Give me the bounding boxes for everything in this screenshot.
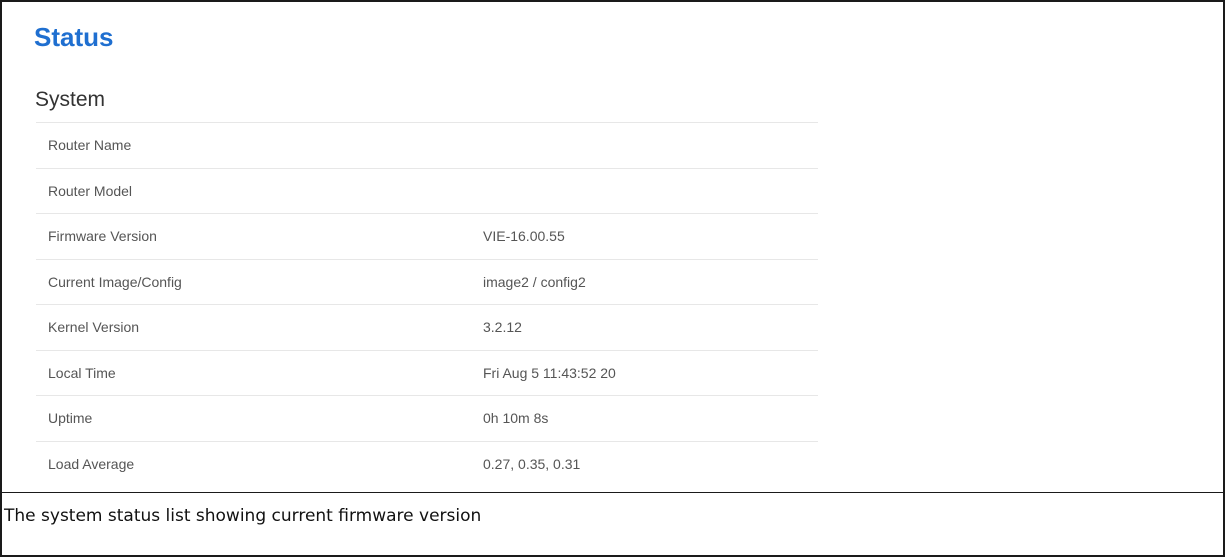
status-row-current-image-config: Current Image/Config image2 / config2 [36,260,818,305]
figure-caption: The system status list showing current f… [4,506,482,526]
row-label: Kernel Version [48,319,140,336]
status-page: Status System Router Name Router Model F… [2,2,1223,493]
row-label: Router Model [48,182,133,199]
row-label: Firmware Version [48,228,157,245]
row-value: 0.27, 0.35, 0.31 [483,456,581,473]
row-label: Uptime [48,410,93,427]
system-status-table: Router Name Router Model Firmware Versio… [36,122,818,487]
row-label: Local Time [48,364,116,381]
page-title: Status [34,22,114,52]
row-label: Router Name [48,137,132,154]
row-value-redacted [483,183,818,199]
section-title-system: System [35,88,106,111]
row-value: image2 / config2 [483,273,586,290]
status-row-router-name: Router Name [36,123,818,169]
screenshot-frame: Status System Router Name Router Model F… [0,0,1225,557]
status-row-firmware-version: Firmware Version VIE-16.00.55 [36,214,818,260]
row-value: Fri Aug 5 11:43:52 20 [483,364,616,381]
row-value: VIE-16.00.55 [483,228,565,245]
status-row-load-average: Load Average 0.27, 0.35, 0.31 [36,442,818,488]
row-value: 3.2.12 [483,319,522,336]
status-row-uptime: Uptime 0h 10m 8s [36,396,818,442]
row-value-redacted [483,137,818,153]
status-row-kernel-version: Kernel Version 3.2.12 [36,305,818,351]
row-label: Current Image/Config [48,273,182,290]
status-row-local-time: Local Time Fri Aug 5 11:43:52 20 [36,351,818,396]
status-row-router-model: Router Model [36,169,818,214]
row-label: Load Average [48,456,135,473]
row-value: 0h 10m 8s [483,410,549,427]
